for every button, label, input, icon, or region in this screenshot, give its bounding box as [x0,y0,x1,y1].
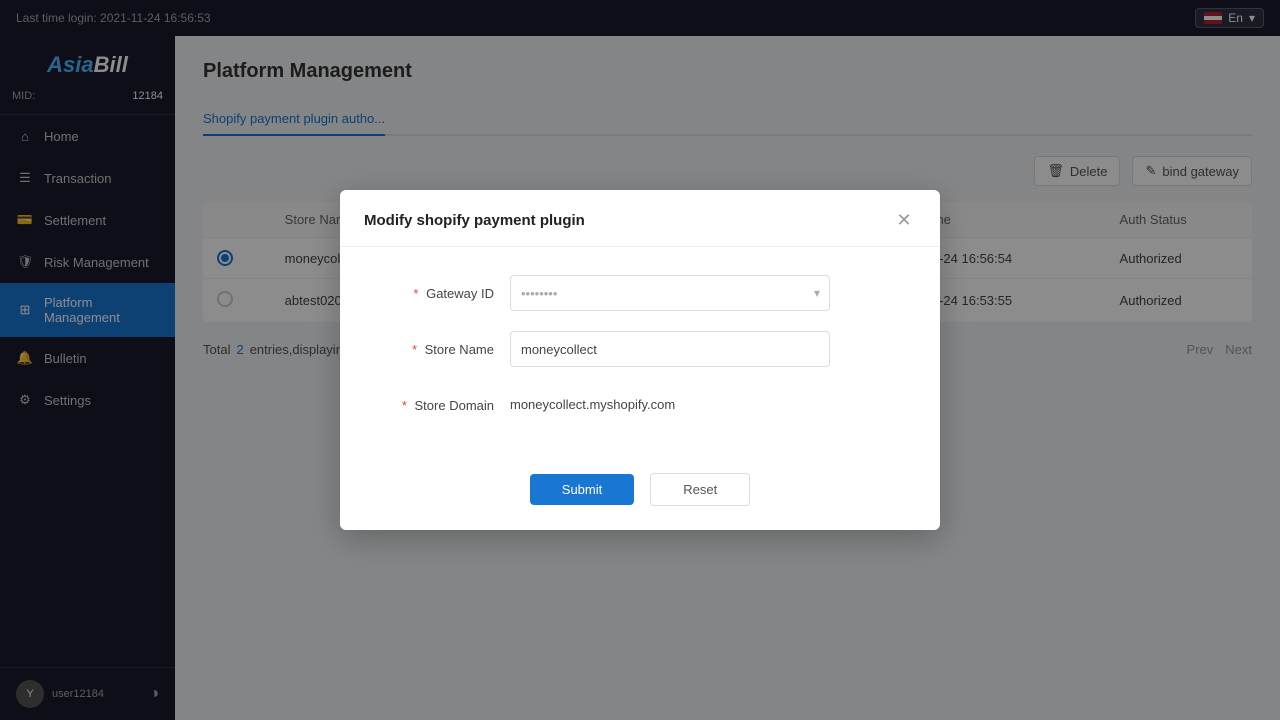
gateway-id-select[interactable]: •••••••• [510,275,830,311]
form-row-gateway-id: * Gateway ID •••••••• ▾ [380,275,900,311]
store-domain-value: moneycollect.myshopify.com [510,387,675,423]
modal-title: Modify shopify payment plugin [364,212,585,229]
gateway-id-label: * Gateway ID [380,286,510,301]
modal-close-button[interactable]: ✕ [892,208,916,232]
submit-button[interactable]: Submit [530,474,634,505]
store-name-label: * Store Name [380,342,510,357]
store-domain-label: * Store Domain [380,398,510,413]
form-row-store-name: * Store Name [380,331,900,367]
required-mark-2: * [412,342,417,357]
required-mark-3: * [402,398,407,413]
gateway-id-select-wrapper: •••••••• ▾ [510,275,830,311]
modal-body: * Gateway ID •••••••• ▾ * Store Name [340,247,940,463]
modal: Modify shopify payment plugin ✕ * Gatewa… [340,190,940,530]
modal-footer: Submit Reset [340,463,940,530]
modal-overlay[interactable]: Modify shopify payment plugin ✕ * Gatewa… [0,0,1280,720]
form-row-store-domain: * Store Domain moneycollect.myshopify.co… [380,387,900,423]
modal-header: Modify shopify payment plugin ✕ [340,190,940,247]
required-mark: * [413,286,418,301]
reset-button[interactable]: Reset [650,473,750,506]
store-name-input[interactable] [510,331,830,367]
